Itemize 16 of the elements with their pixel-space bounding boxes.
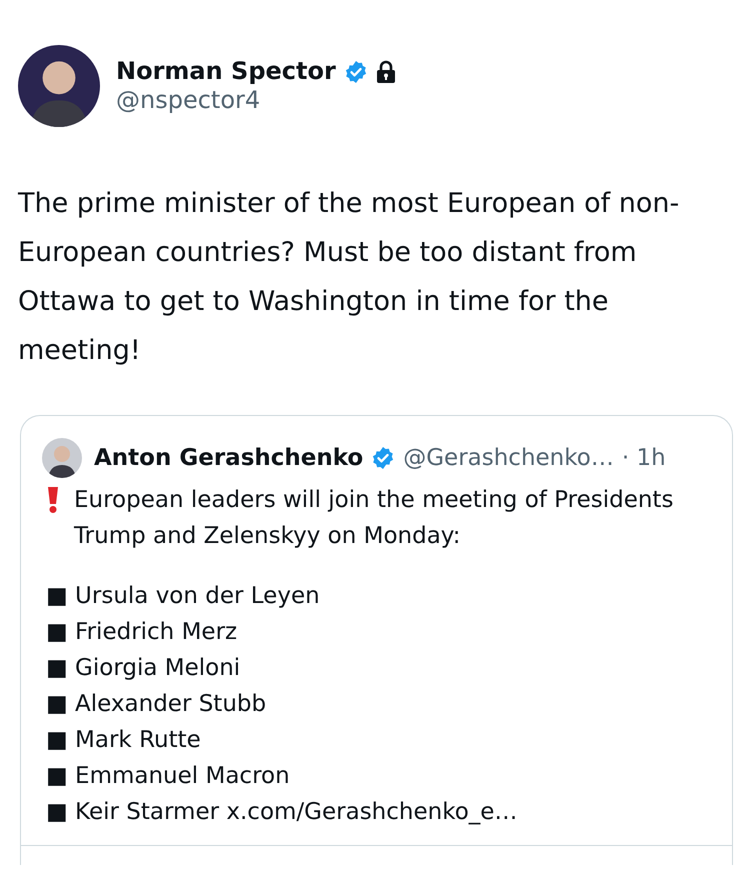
author-handle: @nspector4 xyxy=(116,86,262,115)
list-item: ■ Friedrich Merz xyxy=(46,618,238,647)
list-item: ■ Ursula von der Leyen xyxy=(46,582,321,611)
list-item: ■ Giorgia Meloni xyxy=(46,654,242,683)
author-name: Anton Gerashchenko xyxy=(94,444,364,473)
author-name: Norman Spector xyxy=(116,57,336,86)
list-item: ■ Emmanuel Macron xyxy=(46,762,291,791)
list-item: ■ Alexander Stubb xyxy=(46,690,268,719)
avatar xyxy=(42,438,82,478)
post-time: · 1h xyxy=(622,444,666,473)
list-item: ■ Keir Starmer x.com/Gerashchenko_e… xyxy=(46,798,518,827)
quoted-text: European leaders will join the meeting of Presidents Trump and Zelenskyy on Monday: xyxy=(74,486,674,551)
post-text: The prime minister of the most European of non-European countries? Must be too distant from Ottawa to get to Washington in time for the meeting! xyxy=(18,187,680,368)
exclamation-icon xyxy=(46,487,60,513)
list-item: ■ Mark Rutte xyxy=(46,726,202,755)
author-handle: @Gerashchenko… xyxy=(403,444,614,473)
